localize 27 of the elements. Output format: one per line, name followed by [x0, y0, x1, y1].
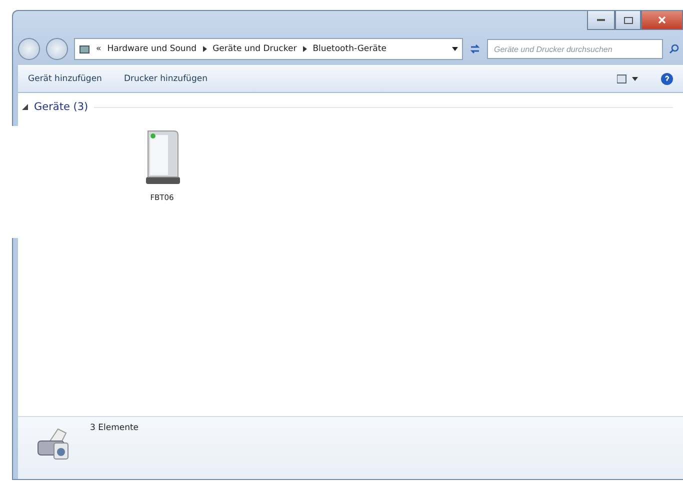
maximize-icon — [624, 16, 632, 24]
control-panel-icon — [79, 44, 90, 54]
refresh-icon[interactable] — [469, 43, 481, 55]
chevron-icon — [202, 46, 207, 52]
back-button[interactable] — [18, 38, 40, 60]
minimize-icon — [597, 18, 605, 22]
close-button[interactable] — [641, 11, 683, 30]
breadcrumb[interactable]: Hardware und Sound — [107, 44, 197, 54]
group-header: Geräte (3) — [34, 101, 88, 113]
minimize-button[interactable] — [587, 11, 615, 30]
item-count: 3 Elemente — [90, 423, 139, 435]
view-options-icon[interactable] — [617, 74, 639, 84]
collapse-icon[interactable] — [22, 104, 28, 110]
dropdown-icon[interactable] — [452, 47, 458, 51]
search-field[interactable]: Geräte und Drucker durchsuchen — [487, 39, 663, 59]
toolbar-button[interactable]: Gerät hinzufügen — [28, 74, 102, 84]
breadcrumb[interactable]: Bluetooth-Geräte — [312, 44, 386, 54]
close-icon — [658, 16, 666, 24]
breadcrumb[interactable]: Geräte und Drucker — [212, 44, 297, 54]
forward-button[interactable] — [46, 38, 68, 60]
help-icon[interactable] — [661, 73, 673, 85]
search-icon[interactable] — [669, 44, 679, 54]
chevron-icon — [302, 46, 307, 52]
address-bar[interactable]: « Hardware und Sound Geräte und Drucker Bluetooth-Geräte — [74, 38, 463, 60]
maximize-button[interactable] — [615, 11, 641, 30]
toolbar-button[interactable]: Drucker hinzufügen — [124, 74, 208, 84]
overflow-chevron[interactable]: « — [96, 44, 102, 54]
